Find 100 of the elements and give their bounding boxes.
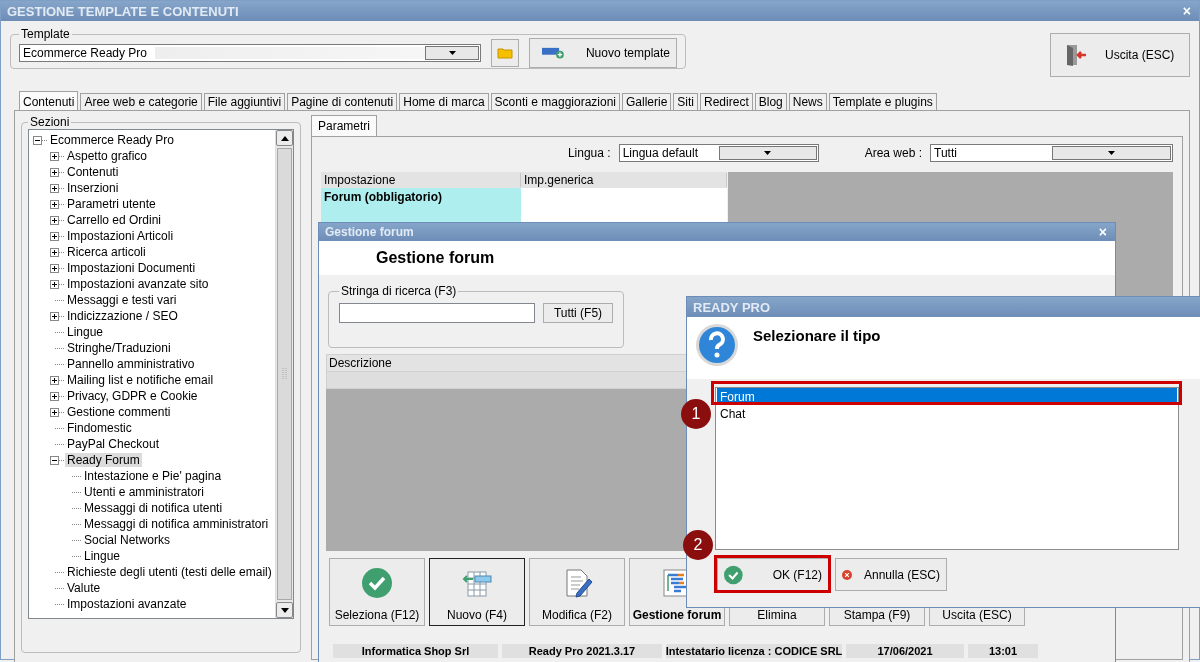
tree-item[interactable]: PayPal Checkout [65, 437, 162, 451]
expand-icon[interactable] [50, 215, 59, 225]
tree-item[interactable]: Valute [65, 581, 103, 595]
window-title: Gestione forum [325, 225, 414, 239]
tree-item[interactable]: Ricerca articoli [65, 245, 148, 259]
expand-icon[interactable] [50, 407, 59, 417]
expand-icon[interactable] [50, 199, 59, 209]
cancel-button[interactable]: Annulla (ESC) [835, 558, 947, 591]
tree-item[interactable]: Mailing list e notifiche email [65, 373, 216, 387]
tab[interactable]: Template e plugins [828, 93, 937, 110]
tab[interactable]: Siti [673, 93, 699, 110]
tree-item[interactable]: Impostazioni Documenti [65, 261, 198, 275]
tree-item[interactable]: Privacy, GDPR e Cookie [65, 389, 200, 403]
expand-icon[interactable] [50, 391, 59, 401]
group-label: Template [20, 27, 71, 41]
field-label: Lingua : [567, 146, 611, 160]
tree-item[interactable]: Parametri utente [65, 197, 158, 211]
tab[interactable]: Parametri [311, 115, 377, 136]
toolbar-button[interactable]: Seleziona (F12) [329, 558, 425, 626]
tree-item[interactable]: Messaggi di notifica amministratori [82, 517, 271, 531]
tab[interactable]: Pagine di contenuti [287, 93, 398, 110]
tab[interactable]: News [788, 93, 827, 110]
tree-item[interactable]: Impostazioni Articoli [65, 229, 176, 243]
expand-icon[interactable] [50, 183, 59, 193]
dialog-message: Selezionare il tipo [753, 327, 881, 346]
tree-item[interactable]: Aspetto grafico [65, 149, 150, 163]
tree-item[interactable]: Ecommerce Ready Pro [48, 133, 177, 147]
tree-item[interactable]: Impostazioni avanzate [65, 597, 189, 611]
tree-item[interactable]: Lingue [65, 325, 106, 339]
tree-item[interactable]: Inserzioni [65, 181, 121, 195]
expand-icon[interactable] [50, 151, 59, 161]
tree-item[interactable]: Richieste degli utenti (testi delle email) [65, 565, 274, 579]
tab[interactable]: Blog [754, 93, 787, 110]
check-icon [724, 563, 743, 586]
status-field: Intestatario licenza : CODICE SRL [666, 644, 842, 658]
tree-item[interactable]: Messaggi di notifica utenti [82, 501, 225, 515]
new-template-button[interactable]: Nuovo template [529, 37, 677, 68]
tab[interactable]: Redirect [700, 93, 753, 110]
list-item[interactable]: Chat [717, 405, 1177, 422]
ok-button[interactable]: OK (F12) [717, 558, 829, 591]
collapse-icon[interactable] [50, 455, 59, 465]
column-header: Descrizione [329, 356, 392, 370]
dropdown[interactable]: Tutti [930, 144, 1173, 162]
caret-icon [448, 50, 456, 55]
screen-plus-icon [542, 45, 566, 60]
search-field[interactable] [339, 303, 535, 323]
expand-icon[interactable] [50, 279, 59, 289]
tab[interactable]: Sconti e maggiorazioni [490, 93, 620, 110]
tree-item[interactable]: Lingue [82, 549, 123, 563]
expand-icon[interactable] [50, 263, 59, 273]
collapse-icon[interactable] [33, 135, 42, 145]
tree-item[interactable]: Utenti e amministratori [82, 485, 207, 499]
toolbar-button[interactable]: Modifica (F2) [529, 558, 625, 626]
expand-icon[interactable] [50, 247, 59, 257]
field-label: Area web : [864, 146, 922, 160]
tree-item[interactable]: Pannello amministrativo [65, 357, 197, 371]
tree-item[interactable]: Impostazioni avanzate sito [65, 277, 211, 291]
grip-icon [282, 367, 287, 381]
scroll-down-icon[interactable] [280, 607, 289, 613]
tab[interactable]: Gallerie [622, 93, 672, 110]
scroll-up-icon[interactable] [280, 135, 289, 141]
expand-icon[interactable] [50, 311, 59, 321]
status-field: Ready Pro 2021.3.17 [502, 644, 662, 658]
scrollbar[interactable] [275, 130, 293, 618]
tab[interactable]: Aree web e categorie [80, 93, 202, 110]
tree-item[interactable]: Carrello ed Ordini [65, 213, 164, 227]
caret-icon [1107, 151, 1115, 155]
column-header: Imp.generica [521, 173, 727, 187]
caret-icon [764, 151, 772, 155]
tree-item[interactable]: Messaggi e testi vari [65, 293, 179, 307]
expand-icon[interactable] [50, 167, 59, 177]
column-header: Impostazione [321, 173, 521, 187]
check-icon [361, 567, 393, 599]
toolbar-button[interactable]: Nuovo (F4) [429, 558, 525, 626]
window-title: GESTIONE TEMPLATE E CONTENUTI [7, 3, 239, 19]
template-dropdown[interactable]: Ecommerce Ready Pro [19, 43, 481, 62]
expand-icon[interactable] [50, 231, 59, 241]
tab[interactable]: File aggiuntivi [203, 93, 286, 110]
folder-icon [497, 46, 513, 59]
status-field: Informatica Shop Srl [333, 644, 498, 658]
all-button[interactable]: Tutti (F5) [543, 303, 613, 323]
dropdown[interactable]: Lingua default [618, 144, 819, 162]
exit-button[interactable]: Uscita (ESC) [1050, 33, 1190, 77]
window-heading: Gestione forum [376, 249, 495, 267]
group-label: Stringa di ricerca (F3) [340, 284, 458, 298]
tree-item[interactable]: Findomestic [65, 421, 134, 435]
table-cell[interactable]: Forum (obbligatorio) [321, 188, 521, 222]
tree-item[interactable]: Intestazione e Pie' pagina [82, 469, 224, 483]
tree-item[interactable]: Gestione commenti [65, 405, 173, 419]
tree-item[interactable]: Ready Forum [65, 453, 142, 467]
tab[interactable]: Contenuti [19, 91, 79, 110]
tree-item[interactable]: Social Networks [82, 533, 173, 547]
tree-item[interactable]: Contenuti [65, 165, 121, 179]
expand-icon[interactable] [50, 375, 59, 385]
tree-item[interactable]: Stringhe/Traduzioni [65, 341, 173, 355]
group-label: Sezioni [29, 115, 71, 129]
tab[interactable]: Home di marca [399, 93, 489, 110]
tree-item[interactable]: Indicizzazione / SEO [65, 309, 180, 323]
status-field: 13:01 [968, 644, 1038, 658]
question-icon [695, 323, 739, 367]
